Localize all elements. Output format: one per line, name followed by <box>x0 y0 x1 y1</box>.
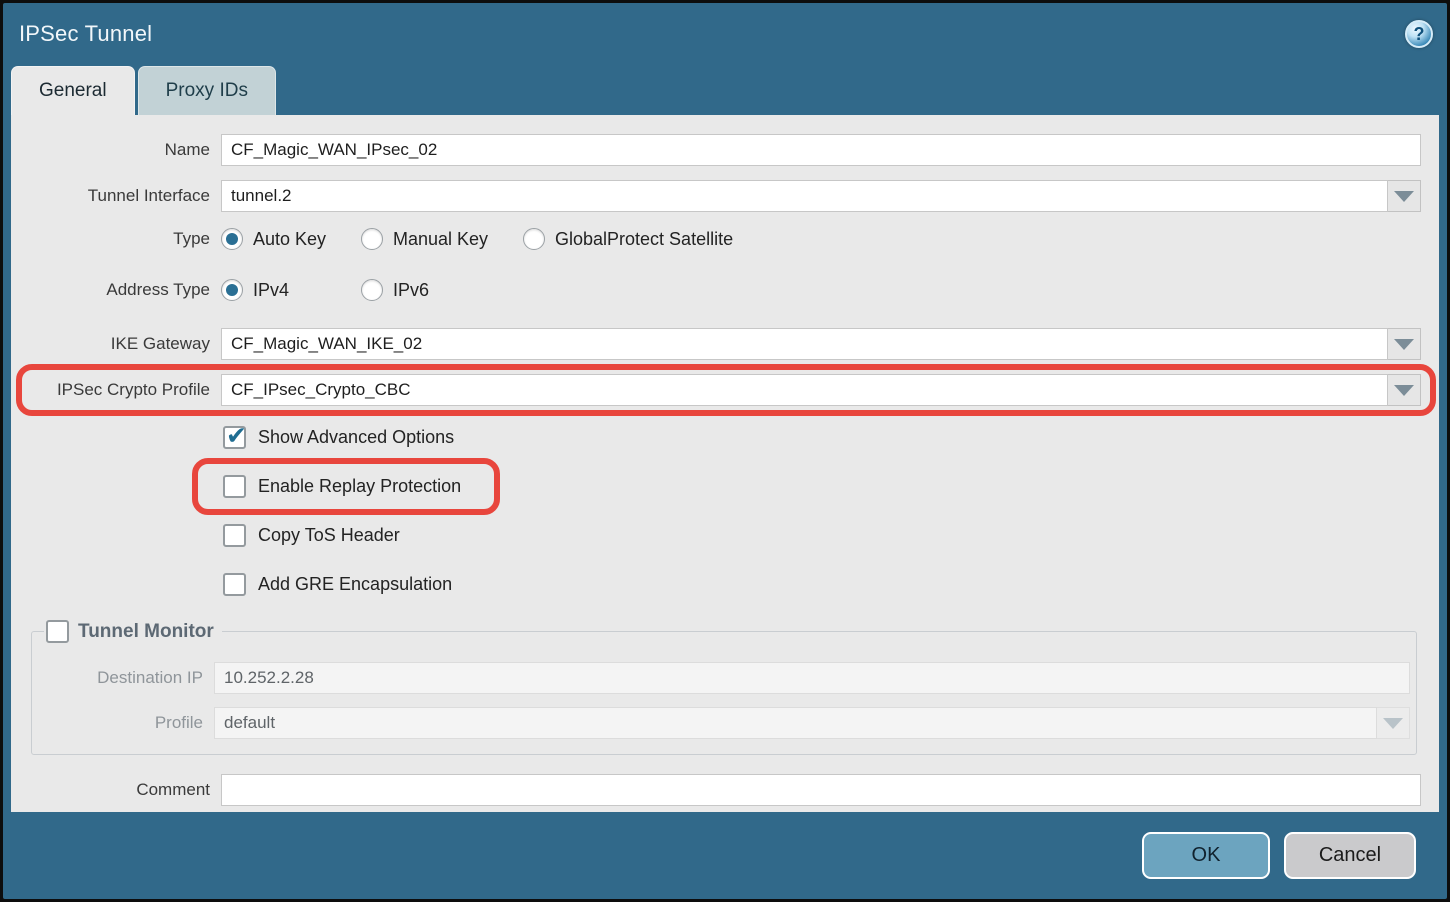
ipsec-crypto-profile-input[interactable] <box>221 374 1388 406</box>
enable-replay-protection-row: Enable Replay Protection <box>223 473 1439 499</box>
ok-button[interactable]: OK <box>1142 832 1270 879</box>
name-row: Name <box>11 134 1439 166</box>
type-label: Type <box>11 229 221 249</box>
comment-row: Comment <box>11 774 1439 806</box>
tab-proxy-ids[interactable]: Proxy IDs <box>138 66 276 115</box>
radio-auto-key[interactable]: Auto Key <box>221 228 361 250</box>
radio-label: IPv4 <box>253 280 289 301</box>
radio-label: Manual Key <box>393 229 488 250</box>
tunnel-interface-label: Tunnel Interface <box>11 186 221 206</box>
ipsec-crypto-profile-label: IPSec Crypto Profile <box>11 380 221 400</box>
tab-general[interactable]: General <box>11 66 135 115</box>
checkbox-label: Enable Replay Protection <box>258 476 461 497</box>
destination-ip-row: Destination IP <box>32 662 1410 694</box>
tab-bar: General Proxy IDs <box>11 65 1439 115</box>
ike-gateway-row: IKE Gateway <box>11 328 1439 360</box>
monitor-profile-row: Profile <box>32 707 1410 739</box>
tunnel-interface-dropdown-button[interactable] <box>1388 180 1421 212</box>
monitor-profile-label: Profile <box>32 713 214 733</box>
name-input[interactable] <box>221 134 1421 166</box>
show-advanced-options-checkbox[interactable] <box>223 426 246 449</box>
comment-input[interactable] <box>221 774 1421 806</box>
checkbox-label: Copy ToS Header <box>258 525 400 546</box>
chevron-down-icon <box>1394 339 1414 350</box>
destination-ip-input <box>214 662 1410 694</box>
tunnel-monitor-group: Tunnel Monitor Destination IP Profile <box>31 620 1417 755</box>
add-gre-encapsulation-checkbox[interactable] <box>223 573 246 596</box>
radio-label: GlobalProtect Satellite <box>555 229 733 250</box>
radio-manual-key[interactable]: Manual Key <box>361 228 523 250</box>
dialog-titlebar: IPSec Tunnel ? <box>3 3 1447 65</box>
radio-icon[interactable] <box>361 228 383 250</box>
tunnel-interface-input[interactable] <box>221 180 1388 212</box>
general-tab-panel: Name Tunnel Interface Type <box>11 115 1439 812</box>
monitor-profile-input <box>214 707 1377 739</box>
add-gre-encapsulation-row: Add GRE Encapsulation <box>223 571 1439 597</box>
cancel-button[interactable]: Cancel <box>1284 832 1416 879</box>
monitor-profile-dropdown-button <box>1377 707 1410 739</box>
radio-icon[interactable] <box>523 228 545 250</box>
radio-icon[interactable] <box>361 279 383 301</box>
screen: IPSec Tunnel ? General Proxy IDs Name Tu… <box>0 0 1450 902</box>
radio-label: Auto Key <box>253 229 326 250</box>
copy-tos-header-checkbox[interactable] <box>223 524 246 547</box>
address-type-label: Address Type <box>11 280 221 300</box>
show-advanced-options-row: Show Advanced Options <box>223 424 1439 450</box>
chevron-down-icon <box>1383 718 1403 729</box>
ike-gateway-label: IKE Gateway <box>11 334 221 354</box>
radio-label: IPv6 <box>393 280 429 301</box>
destination-ip-label: Destination IP <box>32 668 214 688</box>
type-row: Type Auto Key Manual Key GlobalProtect S… <box>11 226 1439 252</box>
tunnel-monitor-legend: Tunnel Monitor <box>44 620 222 643</box>
ike-gateway-dropdown-button[interactable] <box>1388 328 1421 360</box>
comment-label: Comment <box>11 780 221 800</box>
dialog-footer: OK Cancel <box>3 812 1447 899</box>
ipsec-crypto-profile-dropdown-button[interactable] <box>1388 374 1421 406</box>
radio-icon[interactable] <box>221 279 243 301</box>
dialog-title: IPSec Tunnel <box>19 21 152 47</box>
tunnel-interface-row: Tunnel Interface <box>11 180 1439 212</box>
enable-replay-protection-checkbox[interactable] <box>223 475 246 498</box>
radio-globalprotect-satellite[interactable]: GlobalProtect Satellite <box>523 228 733 250</box>
checkbox-label: Show Advanced Options <box>258 427 454 448</box>
copy-tos-header-row: Copy ToS Header <box>223 522 1439 548</box>
radio-icon[interactable] <box>221 228 243 250</box>
name-label: Name <box>11 140 221 160</box>
ike-gateway-input[interactable] <box>221 328 1388 360</box>
ipsec-tunnel-dialog: IPSec Tunnel ? General Proxy IDs Name Tu… <box>3 3 1447 899</box>
ipsec-crypto-profile-row: IPSec Crypto Profile <box>11 374 1439 406</box>
radio-ipv6[interactable]: IPv6 <box>361 279 429 301</box>
help-icon[interactable]: ? <box>1405 20 1433 48</box>
checkbox-label: Add GRE Encapsulation <box>258 574 452 595</box>
tunnel-monitor-checkbox[interactable] <box>46 620 69 643</box>
chevron-down-icon <box>1394 385 1414 396</box>
address-type-row: Address Type IPv4 IPv6 <box>11 277 1439 303</box>
tunnel-monitor-label: Tunnel Monitor <box>78 621 214 643</box>
chevron-down-icon <box>1394 191 1414 202</box>
radio-ipv4[interactable]: IPv4 <box>221 279 361 301</box>
